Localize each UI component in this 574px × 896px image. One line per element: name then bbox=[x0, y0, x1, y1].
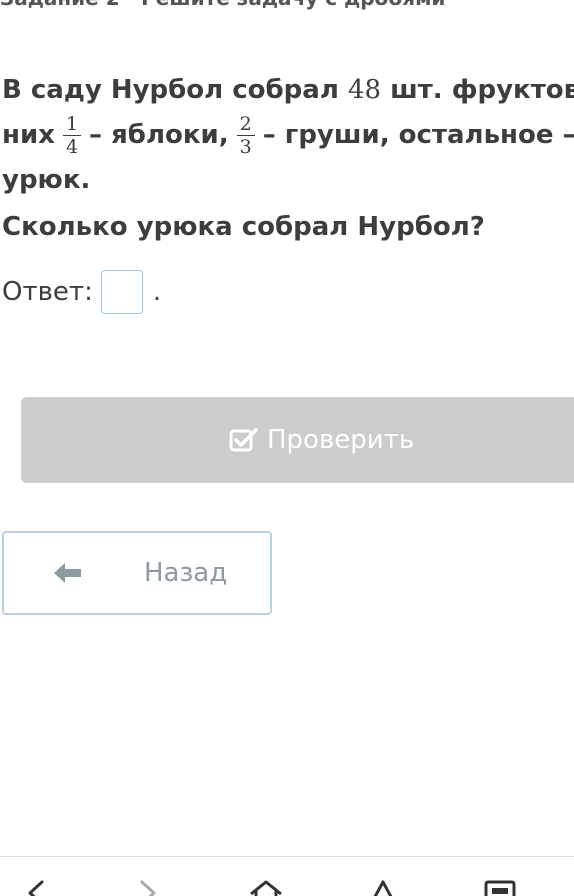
back-icon[interactable] bbox=[20, 878, 50, 896]
check-button[interactable]: Проверить bbox=[21, 397, 574, 483]
question-text: Сколько урюка собрал Нурбол? bbox=[2, 212, 485, 242]
fraction-pears-numerator: 2 bbox=[236, 113, 255, 136]
page: Задание 2 · Решите задачу с дробями В са… bbox=[0, 0, 574, 896]
fraction-apples: 14 bbox=[62, 113, 82, 158]
header-cut-text: Задание 2 · Решите задачу с дробями bbox=[0, 0, 445, 10]
answer-label: Ответ: bbox=[2, 277, 93, 307]
back-button-label: Назад bbox=[144, 558, 228, 588]
fraction-apples-numerator: 1 bbox=[62, 113, 82, 136]
answer-suffix: . bbox=[152, 277, 162, 307]
problem-line-3: урюк. bbox=[2, 165, 91, 195]
fraction-pears-denominator: 3 bbox=[239, 136, 252, 158]
home-icon[interactable] bbox=[248, 878, 284, 896]
browser-navbar bbox=[0, 874, 574, 896]
problem-line1-pre: В саду Нурбол собрал bbox=[2, 75, 348, 105]
back-button[interactable]: Назад bbox=[2, 531, 272, 615]
problem-line1-post: шт. фруктов. Из bbox=[390, 75, 574, 105]
fruit-count: 48 bbox=[347, 75, 382, 105]
answer-input[interactable] bbox=[100, 270, 143, 314]
problem-line-2: них 1 4– яблоки, 2 3– груши, остальное – bbox=[2, 113, 574, 158]
checkbox-checked-icon bbox=[229, 428, 258, 452]
nav-divider bbox=[0, 856, 574, 857]
problem-line-1: В саду Нурбол собрал 48 шт. фруктов. Из bbox=[2, 68, 574, 113]
answer-row: Ответ: . bbox=[2, 267, 161, 317]
problem-line2-mid: – яблоки, bbox=[89, 120, 229, 150]
problem-line2-pre: них bbox=[2, 120, 55, 150]
forward-icon[interactable] bbox=[134, 878, 164, 896]
problem-text: В саду Нурбол собрал 48 шт. фруктов. Из … bbox=[2, 68, 574, 203]
arrow-left-icon bbox=[54, 563, 81, 583]
tabs-icon[interactable] bbox=[478, 878, 522, 896]
problem-line2-post: – груши, остальное – bbox=[262, 120, 574, 150]
fraction-apples-denominator: 4 bbox=[65, 136, 79, 158]
check-button-label: Проверить bbox=[267, 425, 415, 455]
fraction-pears: 23 bbox=[236, 113, 255, 158]
share-icon[interactable] bbox=[366, 878, 400, 896]
